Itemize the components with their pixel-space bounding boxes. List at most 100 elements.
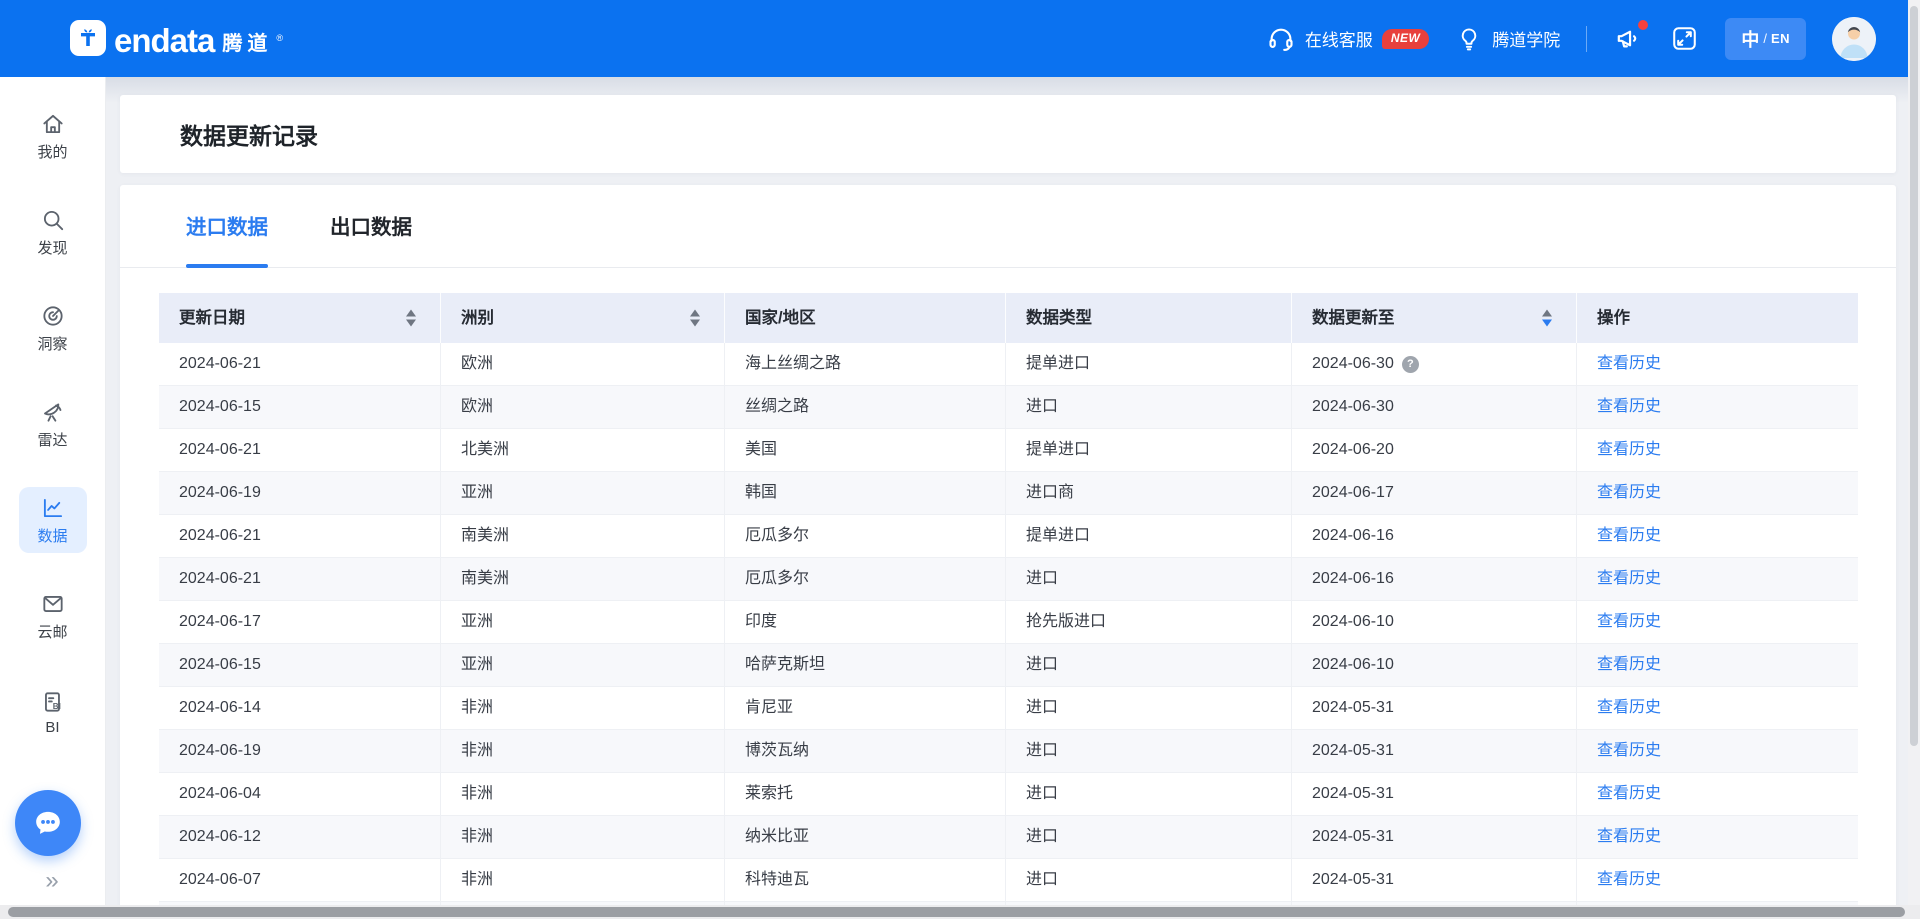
- svg-text:BI: BI: [52, 702, 60, 711]
- cell-data-type: 提单进口: [1006, 343, 1292, 385]
- column-header-data-type: 数据类型: [1006, 293, 1292, 343]
- bi-report-icon: BI: [40, 689, 66, 715]
- sidebar-item-insight[interactable]: 洞察: [19, 295, 87, 361]
- lightbulb-icon: [1455, 25, 1483, 53]
- column-header-country-region: 国家/地区: [725, 293, 1006, 343]
- registered-mark: ®: [276, 34, 283, 43]
- table-row: 2024-06-17亚洲印度抢先版进口2024-06-10查看历史: [159, 601, 1858, 644]
- view-history-link[interactable]: 查看历史: [1597, 871, 1661, 888]
- update-records-table: 更新日期洲别国家/地区数据类型数据更新至操作2024-06-21欧洲海上丝绸之路…: [159, 293, 1858, 919]
- cell-country-region: 纳米比亚: [725, 816, 1006, 858]
- sidebar-item-bi[interactable]: BI BI: [19, 679, 87, 745]
- cell-continent: 亚洲: [441, 644, 725, 686]
- language-toggle[interactable]: 中 / EN: [1725, 18, 1806, 60]
- cell-update-date: 2024-06-15: [159, 386, 441, 428]
- help-icon[interactable]: ?: [1402, 356, 1419, 373]
- view-history-link[interactable]: 查看历史: [1597, 441, 1661, 458]
- tendata-logo-mark-icon: [70, 20, 106, 56]
- content-card: 进口数据 出口数据 更新日期洲别国家/地区数据类型数据更新至操作2024-06-…: [120, 185, 1896, 919]
- chat-button[interactable]: [15, 790, 81, 856]
- view-history-link[interactable]: 查看历史: [1597, 398, 1661, 415]
- cell-data-type: 进口: [1006, 558, 1292, 600]
- column-header-continent[interactable]: 洲别: [441, 293, 725, 343]
- cell-updated-to: 2024-06-10: [1292, 601, 1577, 643]
- sidebar-item-mine[interactable]: 我的: [19, 103, 87, 169]
- sidebar-item-discover[interactable]: 发现: [19, 199, 87, 265]
- search-icon: [40, 207, 66, 233]
- tab-export-data[interactable]: 出口数据: [330, 185, 412, 268]
- nav-divider: [1586, 26, 1587, 52]
- cell-updated-to: 2024-05-31: [1292, 859, 1577, 901]
- home-icon: [40, 111, 66, 137]
- cell-updated-to: 2024-06-20: [1292, 429, 1577, 471]
- cell-updated-to: 2024-06-30?: [1292, 343, 1577, 385]
- cell-data-type: 进口: [1006, 687, 1292, 729]
- sort-carets-icon[interactable]: [1542, 310, 1552, 327]
- cell-country-region: 韩国: [725, 472, 1006, 514]
- column-header-updated-to[interactable]: 数据更新至: [1292, 293, 1577, 343]
- cell-update-date: 2024-06-21: [159, 429, 441, 471]
- cell-update-date: 2024-06-17: [159, 601, 441, 643]
- vertical-scrollbar: [1908, 0, 1920, 919]
- view-history-link[interactable]: 查看历史: [1597, 742, 1661, 759]
- column-header-update-date[interactable]: 更新日期: [159, 293, 441, 343]
- view-history-link[interactable]: 查看历史: [1597, 570, 1661, 587]
- online-service-link[interactable]: 在线客服 NEW: [1266, 24, 1430, 54]
- sort-carets-icon[interactable]: [690, 310, 700, 327]
- cell-updated-to: 2024-06-16: [1292, 515, 1577, 557]
- announcements-button[interactable]: [1613, 23, 1644, 54]
- cell-country-region: 厄瓜多尔: [725, 515, 1006, 557]
- user-avatar[interactable]: [1832, 17, 1876, 61]
- cell-action: 查看历史: [1577, 601, 1858, 643]
- tendata-logo[interactable]: endata 腾道 ®: [70, 20, 283, 57]
- lang-en-label: EN: [1771, 31, 1790, 46]
- table-row: 2024-06-15亚洲哈萨克斯坦进口2024-06-10查看历史: [159, 644, 1858, 687]
- view-history-link[interactable]: 查看历史: [1597, 527, 1661, 544]
- academy-label: 腾道学院: [1492, 26, 1560, 51]
- sort-carets-icon[interactable]: [406, 310, 416, 327]
- cell-action: 查看历史: [1577, 730, 1858, 772]
- academy-link[interactable]: 腾道学院: [1455, 25, 1560, 53]
- top-nav: 在线客服 NEW 腾道学院 中: [1266, 17, 1876, 61]
- view-history-link[interactable]: 查看历史: [1597, 699, 1661, 716]
- collapse-sidebar-button[interactable]: »: [30, 867, 76, 895]
- cell-continent: 非洲: [441, 773, 725, 815]
- sidebar-item-data[interactable]: 数据: [19, 487, 87, 553]
- tab-bar: 进口数据 出口数据: [120, 185, 1896, 268]
- lang-zh-label: 中: [1741, 26, 1759, 52]
- vertical-scrollbar-thumb[interactable]: [1910, 6, 1918, 746]
- cell-updated-to: 2024-06-16: [1292, 558, 1577, 600]
- cell-continent: 南美洲: [441, 515, 725, 557]
- table-header-row: 更新日期洲别国家/地区数据类型数据更新至操作: [159, 293, 1858, 343]
- table-row: 2024-06-07非洲科特迪瓦进口2024-05-31查看历史: [159, 859, 1858, 902]
- radar-dish-icon: [40, 399, 66, 425]
- cell-action: 查看历史: [1577, 515, 1858, 557]
- tab-import-data[interactable]: 进口数据: [186, 185, 268, 268]
- cell-country-region: 美国: [725, 429, 1006, 471]
- insight-gauge-icon: [40, 303, 66, 329]
- cell-continent: 非洲: [441, 730, 725, 772]
- cell-country-region: 海上丝绸之路: [725, 343, 1006, 385]
- cell-action: 查看历史: [1577, 859, 1858, 901]
- sidebar-item-cloud-mail[interactable]: 云邮: [19, 583, 87, 649]
- page-title: 数据更新记录: [180, 117, 318, 151]
- cell-country-region: 丝绸之路: [725, 386, 1006, 428]
- sidebar-item-radar[interactable]: 雷达: [19, 391, 87, 457]
- view-history-link[interactable]: 查看历史: [1597, 355, 1661, 372]
- cell-update-date: 2024-06-07: [159, 859, 441, 901]
- cell-data-type: 进口: [1006, 730, 1292, 772]
- view-history-link[interactable]: 查看历史: [1597, 656, 1661, 673]
- cell-updated-to: 2024-06-17: [1292, 472, 1577, 514]
- view-history-link[interactable]: 查看历史: [1597, 785, 1661, 802]
- cell-continent: 亚洲: [441, 472, 725, 514]
- cell-continent: 非洲: [441, 816, 725, 858]
- avatar-person-icon: [1832, 17, 1876, 61]
- view-history-link[interactable]: 查看历史: [1597, 828, 1661, 845]
- table-row: 2024-06-19亚洲韩国进口商2024-06-17查看历史: [159, 472, 1858, 515]
- line-chart-icon: [40, 495, 66, 521]
- fullscreen-button[interactable]: [1670, 24, 1699, 53]
- view-history-link[interactable]: 查看历史: [1597, 484, 1661, 501]
- cell-updated-to: 2024-05-31: [1292, 773, 1577, 815]
- horizontal-scrollbar-thumb[interactable]: [8, 907, 1905, 917]
- view-history-link[interactable]: 查看历史: [1597, 613, 1661, 630]
